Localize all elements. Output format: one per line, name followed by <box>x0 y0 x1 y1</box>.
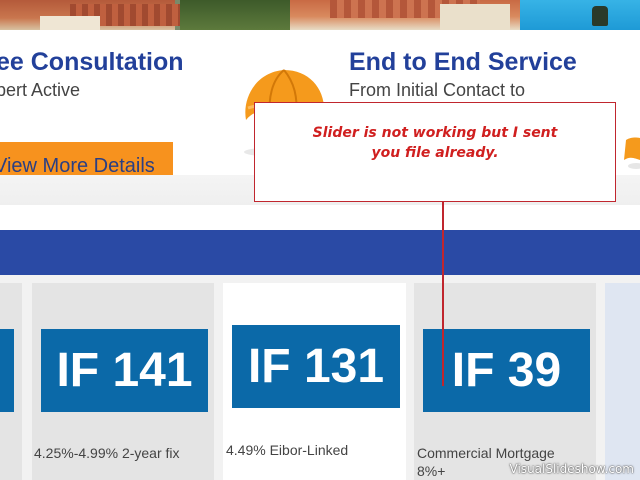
slide-title-consultation: ee Consultation <box>0 48 184 76</box>
product-caption: 4.49% Eibor-Linked <box>226 442 349 458</box>
header-photo-banner <box>0 0 640 30</box>
slide-title-service: End to End Service <box>349 48 577 76</box>
product-caption: 4.25%-4.99% 2-year fix <box>34 445 180 461</box>
product-badge: IF 131 <box>232 325 400 408</box>
product-badge: IF 39 <box>423 329 590 412</box>
annotation-callout: Slider is not working but I sent you fil… <box>254 102 616 202</box>
umbrella-icon <box>618 130 640 170</box>
product-badge <box>0 329 14 412</box>
annotation-pointer-line <box>442 202 444 386</box>
slide-subtitle-consultation: pert Active <box>0 80 81 100</box>
navigation-bar <box>0 230 640 275</box>
product-card-if141[interactable]: IF 141 4.25%-4.99% 2-year fix <box>32 283 214 480</box>
product-card-if131[interactable]: IF 131 4.49% Eibor-Linked <box>223 283 406 480</box>
annotation-text: Slider is not working but I sent you fil… <box>312 125 558 161</box>
product-card-partial[interactable] <box>0 283 22 480</box>
product-badge: IF 141 <box>41 329 208 412</box>
slide-subtitle-service: From Initial Contact to <box>349 80 526 100</box>
watermark: VisualSlideshow.com <box>509 462 634 476</box>
product-card-partial[interactable] <box>605 283 640 480</box>
